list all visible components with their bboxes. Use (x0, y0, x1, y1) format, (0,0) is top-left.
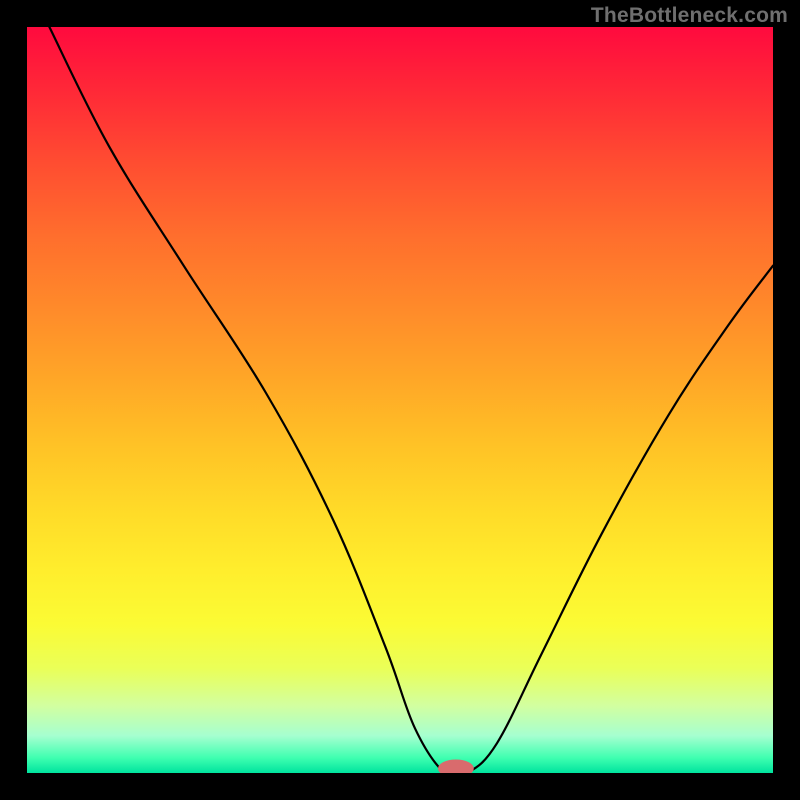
curve-layer (27, 27, 773, 773)
watermark-text: TheBottleneck.com (591, 4, 788, 28)
bottleneck-curve-path (49, 27, 773, 773)
plot-area (27, 27, 773, 773)
minimum-marker (438, 760, 474, 774)
chart-frame: TheBottleneck.com (0, 0, 800, 800)
